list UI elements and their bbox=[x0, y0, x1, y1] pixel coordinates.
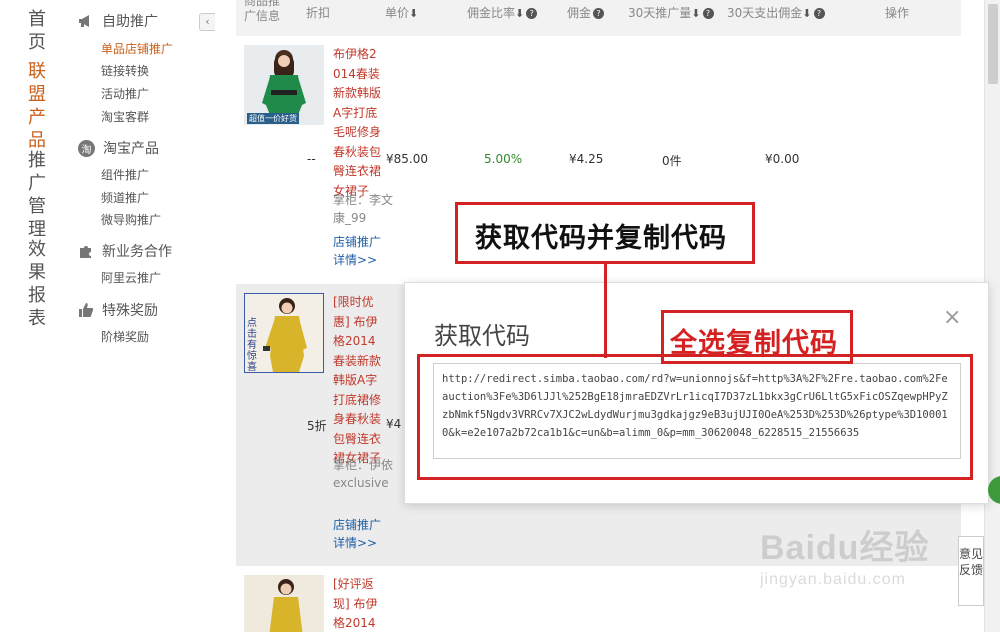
shop-promo-link[interactable]: 店铺推广 bbox=[333, 233, 381, 250]
th-commission: 佣金? bbox=[567, 4, 605, 21]
help-icon[interactable]: ? bbox=[593, 8, 605, 19]
main-nav: 首页 联盟产品 推广管理 效果报表 bbox=[0, 0, 62, 632]
price-value: ¥85.00 bbox=[386, 152, 428, 166]
annotation-code-highlight bbox=[417, 354, 973, 480]
annotation-text: 获取代码并复制代码 bbox=[475, 223, 727, 254]
sales-30d-value: 0件 bbox=[662, 154, 682, 168]
sort-down-icon: ⬇ bbox=[409, 7, 419, 20]
help-icon[interactable]: ? bbox=[813, 8, 825, 19]
commission-value: ¥4.25 bbox=[569, 152, 604, 166]
sub-item-component[interactable]: 组件推广 bbox=[101, 166, 149, 183]
sub-item-micro-guide[interactable]: 微导购推广 bbox=[101, 211, 161, 228]
product-title-link[interactable]: [限时优惠] 布伊格2014春装新款韩版A字打底裙修身春秋装包臀连衣裙女裙子 bbox=[333, 293, 383, 469]
sub-item-activity[interactable]: 活动推广 bbox=[101, 85, 149, 102]
nav-promo-manage[interactable]: 推广管理 bbox=[28, 149, 50, 241]
feedback-button[interactable]: 意见反馈 bbox=[958, 536, 984, 606]
group-self-promo: 自助推广 bbox=[78, 11, 158, 31]
product-image[interactable]: 超值一价好货 bbox=[244, 45, 324, 125]
group-special-rewards: 特殊奖励 bbox=[78, 300, 158, 320]
group-title: 自助推广 bbox=[102, 14, 158, 30]
th-price-label: 单价 bbox=[385, 6, 410, 20]
scrollbar-thumb[interactable] bbox=[988, 4, 998, 84]
table-header: 商品推广信息 折扣 单价⬇ 佣金比率⬇? 佣金? 30天推广量⬇? 30天支出佣… bbox=[236, 0, 961, 36]
taobao-icon: 淘 bbox=[78, 139, 95, 157]
sort-down-icon: ⬇ bbox=[802, 7, 812, 20]
thumbs-up-icon bbox=[78, 302, 94, 318]
sort-down-icon: ⬇ bbox=[515, 7, 525, 20]
th-action: 操作 bbox=[885, 6, 910, 20]
th-info: 商品推广信息 bbox=[244, 0, 281, 23]
help-icon[interactable]: ? bbox=[702, 8, 714, 19]
nav-products[interactable]: 联盟产品 bbox=[28, 60, 50, 152]
th-spend-30d-label: 30天支出佣金 bbox=[727, 6, 803, 20]
detail-link[interactable]: 详情>> bbox=[333, 534, 377, 551]
discount-value: 5折 bbox=[307, 419, 327, 433]
product-image[interactable]: 点击有惊喜 bbox=[244, 293, 324, 373]
sort-down-icon: ⬇ bbox=[691, 7, 701, 20]
dialog-title: 获取代码 bbox=[434, 322, 530, 350]
sub-item-link-convert[interactable]: 链接转换 bbox=[101, 62, 149, 79]
spend-30d-value: ¥0.00 bbox=[765, 152, 800, 166]
product-title-link[interactable]: 布伊格2014春装新款韩版A字打底毛呢修身春秋装包臀连衣裙女裙子 bbox=[333, 45, 383, 201]
group-new-business: 新业务合作 bbox=[78, 241, 172, 261]
watermark-url: jingyan.baidu.com bbox=[760, 571, 906, 588]
shop-owner: 掌柜：伊依exclusive bbox=[333, 458, 394, 490]
group-taobao-products: 淘 淘宝产品 bbox=[78, 138, 159, 158]
annotation-callout-get-copy: 获取代码并复制代码 bbox=[455, 202, 755, 264]
nav-home[interactable]: 首页 bbox=[28, 8, 50, 54]
watermark-brand: Baidu经验 bbox=[760, 529, 930, 567]
sub-item-group[interactable]: 淘宝客群 bbox=[101, 108, 149, 125]
group-title: 特殊奖励 bbox=[102, 303, 158, 319]
annotation-connector bbox=[604, 262, 607, 358]
shop-promo-link[interactable]: 店铺推广 bbox=[333, 516, 381, 533]
th-sales-30d[interactable]: 30天推广量⬇? bbox=[628, 4, 714, 21]
th-spend-30d[interactable]: 30天支出佣金⬇? bbox=[727, 4, 825, 21]
th-commission-rate-label: 佣金比率 bbox=[467, 6, 516, 20]
group-title: 新业务合作 bbox=[102, 244, 172, 260]
close-icon[interactable]: × bbox=[943, 305, 961, 330]
th-sales-30d-label: 30天推广量 bbox=[628, 6, 692, 20]
th-commission-label: 佣金 bbox=[567, 6, 592, 20]
th-discount: 折扣 bbox=[306, 6, 331, 20]
detail-link[interactable]: 详情>> bbox=[333, 251, 377, 268]
sub-item-aliyun[interactable]: 阿里云推广 bbox=[101, 269, 161, 286]
th-commission-rate[interactable]: 佣金比率⬇? bbox=[467, 4, 538, 21]
thumb-badge: 点击有惊喜 bbox=[247, 318, 257, 373]
shop-owner: 掌柜：李文康_99 bbox=[333, 193, 394, 225]
sub-item-single-shop[interactable]: 单品店铺推广 bbox=[101, 40, 173, 57]
puzzle-icon bbox=[78, 243, 94, 259]
product-image[interactable] bbox=[244, 575, 324, 632]
product-title-link[interactable]: [好评返现] 布伊格2014春 bbox=[333, 575, 383, 632]
watermark: Baidu经验 jingyan.baidu.com bbox=[760, 520, 929, 589]
nav-report[interactable]: 效果报表 bbox=[28, 238, 50, 330]
price-value: ¥4 bbox=[386, 417, 402, 431]
thumb-badge: 超值一价好货 bbox=[247, 113, 299, 124]
collapse-sidebar-button[interactable]: ‹ bbox=[199, 13, 215, 31]
sub-item-ladder[interactable]: 阶梯奖励 bbox=[101, 328, 149, 345]
help-icon[interactable]: ? bbox=[526, 8, 538, 19]
commission-rate-value: 5.00% bbox=[484, 152, 523, 166]
th-price[interactable]: 单价⬇ bbox=[385, 4, 418, 21]
megaphone-icon bbox=[78, 13, 94, 29]
group-title: 淘宝产品 bbox=[103, 141, 159, 157]
discount-value: -- bbox=[307, 152, 316, 166]
sub-item-channel[interactable]: 频道推广 bbox=[101, 189, 149, 206]
